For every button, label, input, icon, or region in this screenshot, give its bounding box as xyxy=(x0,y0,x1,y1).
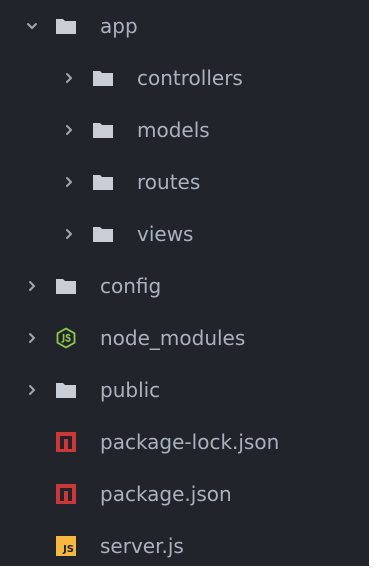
tree-item-label: models xyxy=(137,118,210,142)
chevron-right-icon[interactable] xyxy=(62,227,76,241)
file-tree-panel: app controllers models routes views conf… xyxy=(0,0,369,566)
tree-item-server-js[interactable]: JS server.js xyxy=(0,520,369,572)
tree-item-label: package.json xyxy=(100,482,232,506)
tree-item-label: server.js xyxy=(100,534,184,558)
javascript-icon: JS xyxy=(55,536,77,556)
folder-icon xyxy=(55,380,77,400)
tree-item-node-modules[interactable]: node_modules xyxy=(0,312,369,364)
tree-item-package-lock-json[interactable]: package-lock.json xyxy=(0,416,369,468)
chevron-right-icon[interactable] xyxy=(25,279,39,293)
chevron-right-icon[interactable] xyxy=(62,123,76,137)
chevron-right-icon[interactable] xyxy=(62,175,76,189)
npm-icon xyxy=(55,432,77,452)
tree-item-public[interactable]: public xyxy=(0,364,369,416)
tree-item-label: routes xyxy=(137,170,201,194)
tree-item-views[interactable]: views xyxy=(0,208,369,260)
tree-item-models[interactable]: models xyxy=(0,104,369,156)
folder-icon xyxy=(55,16,77,36)
chevron-right-icon[interactable] xyxy=(62,71,76,85)
chevron-right-icon[interactable] xyxy=(25,331,39,345)
folder-icon xyxy=(92,172,114,192)
tree-item-label: package-lock.json xyxy=(100,430,280,454)
tree-item-routes[interactable]: routes xyxy=(0,156,369,208)
chevron-right-icon[interactable] xyxy=(25,383,39,397)
chevron-down-icon[interactable] xyxy=(25,19,39,33)
tree-item-config[interactable]: config xyxy=(0,260,369,312)
tree-item-label: config xyxy=(100,274,162,298)
npm-icon xyxy=(55,484,77,504)
folder-icon xyxy=(92,68,114,88)
folder-icon xyxy=(55,276,77,296)
tree-item-label: controllers xyxy=(137,66,243,90)
tree-item-label: public xyxy=(100,378,161,402)
tree-item-label: views xyxy=(137,222,194,246)
tree-item-label: app xyxy=(100,14,138,38)
javascript-badge: JS xyxy=(56,536,76,556)
tree-item-app[interactable]: app xyxy=(0,0,369,52)
tree-item-label: node_modules xyxy=(100,326,246,350)
nodejs-icon xyxy=(55,327,77,349)
tree-item-controllers[interactable]: controllers xyxy=(0,52,369,104)
folder-icon xyxy=(92,120,114,140)
tree-item-package-json[interactable]: package.json xyxy=(0,468,369,520)
folder-icon xyxy=(92,224,114,244)
